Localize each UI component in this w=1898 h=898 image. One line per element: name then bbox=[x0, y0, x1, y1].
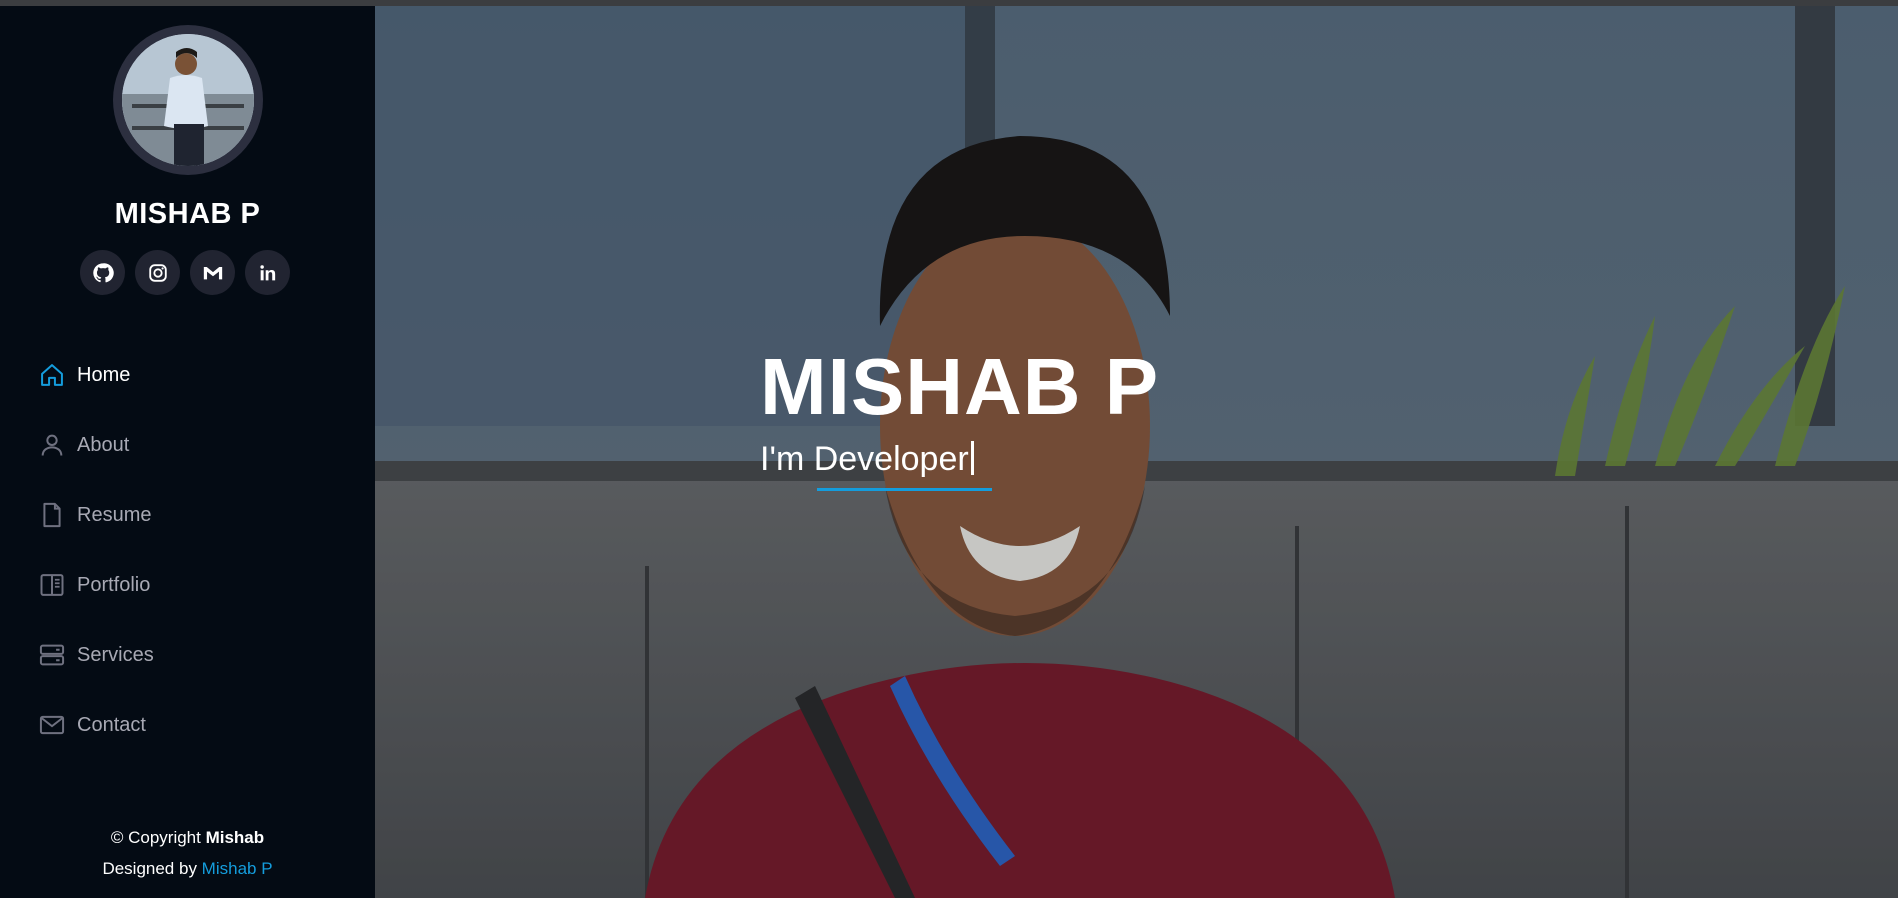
nav-item-portfolio[interactable]: Portfolio bbox=[0, 550, 375, 620]
nav-item-label: Services bbox=[77, 643, 154, 666]
nav-item-label: Resume bbox=[77, 503, 152, 526]
nav-item-label: About bbox=[77, 433, 130, 456]
designed-prefix: Designed by bbox=[102, 859, 202, 878]
hero-section: MISHAB P I'm Developer bbox=[375, 6, 1898, 898]
nav-item-label: Contact bbox=[77, 713, 146, 736]
instagram-icon bbox=[148, 263, 167, 282]
profile-photo-image bbox=[122, 34, 254, 166]
envelope-icon bbox=[38, 711, 66, 739]
hero-title: MISHAB P bbox=[760, 342, 1160, 431]
profile-photo bbox=[113, 25, 263, 175]
typing-cursor bbox=[970, 441, 974, 475]
hero-subtitle: I'm Developer bbox=[760, 440, 974, 479]
gmail-icon bbox=[203, 266, 222, 279]
profile-name: MISHAB P bbox=[114, 198, 261, 230]
hero-subtitle-underline bbox=[817, 488, 992, 491]
nav-item-about[interactable]: About bbox=[0, 410, 375, 480]
designer-link[interactable]: Mishab P bbox=[202, 859, 273, 878]
nav-item-home[interactable]: Home bbox=[0, 340, 375, 410]
copyright-line: © Copyright Mishab bbox=[0, 822, 375, 853]
nav-item-resume[interactable]: Resume bbox=[0, 480, 375, 550]
sidebar-footer: © Copyright Mishab Designed by Mishab P bbox=[0, 822, 375, 884]
hero-subtitle-text: I'm Developer bbox=[760, 440, 969, 478]
copyright-name: Mishab bbox=[205, 828, 265, 847]
linkedin-link[interactable] bbox=[245, 250, 290, 295]
person-icon bbox=[38, 431, 66, 459]
server-icon bbox=[38, 641, 66, 669]
linkedin-icon bbox=[259, 264, 275, 280]
designed-by-line: Designed by Mishab P bbox=[0, 853, 375, 884]
social-links bbox=[80, 250, 290, 295]
sidebar: MISHAB P Home About Resume Portfolio Ser… bbox=[0, 6, 375, 898]
file-icon bbox=[38, 501, 66, 529]
hero-overlay bbox=[375, 6, 1898, 898]
gmail-link[interactable] bbox=[190, 250, 235, 295]
book-icon bbox=[38, 571, 66, 599]
github-link[interactable] bbox=[80, 250, 125, 295]
main-nav: Home About Resume Portfolio Services Con… bbox=[0, 340, 375, 760]
home-icon bbox=[38, 361, 66, 389]
instagram-link[interactable] bbox=[135, 250, 180, 295]
nav-item-contact[interactable]: Contact bbox=[0, 690, 375, 760]
copyright-prefix: © Copyright bbox=[110, 828, 206, 847]
nav-item-services[interactable]: Services bbox=[0, 620, 375, 690]
nav-item-label: Portfolio bbox=[77, 573, 151, 596]
nav-item-label: Home bbox=[77, 363, 131, 386]
github-icon bbox=[92, 262, 114, 282]
